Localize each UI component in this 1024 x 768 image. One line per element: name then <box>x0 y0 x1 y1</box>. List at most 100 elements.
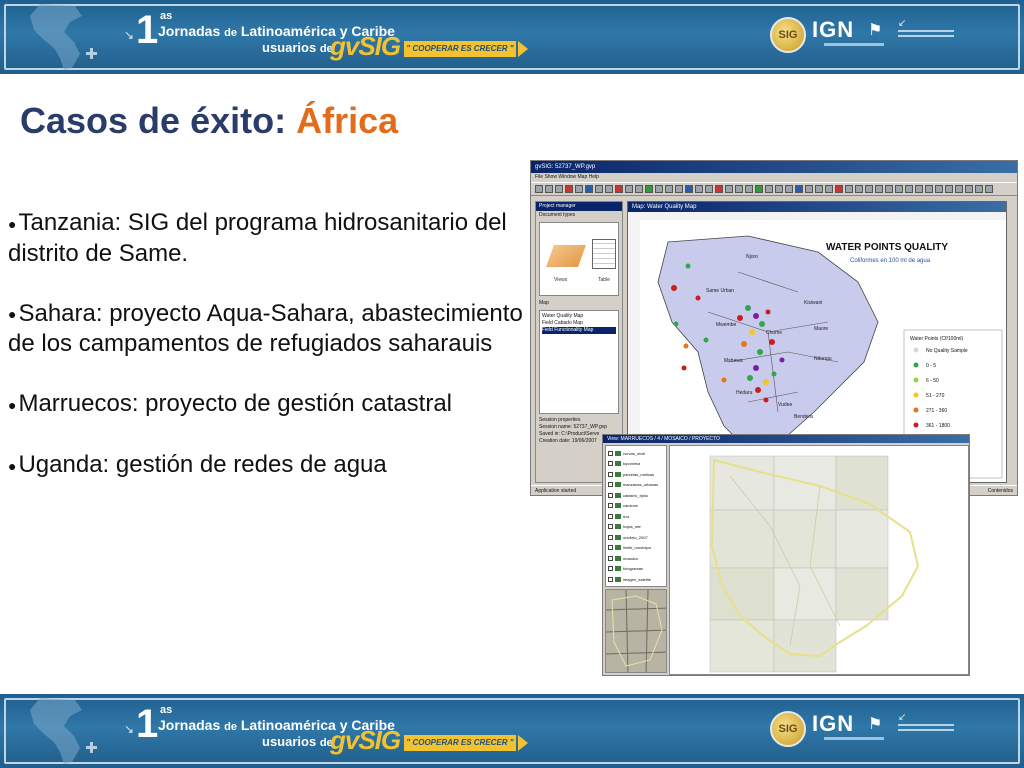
layer-checkbox[interactable] <box>608 576 613 582</box>
layer-row[interactable]: hojas_mtn <box>608 522 664 533</box>
layer-label: imagen_satelite <box>623 576 652 582</box>
layer-swatch-icon <box>615 471 621 477</box>
layer-row[interactable]: parcelas_rusticas <box>608 469 664 480</box>
layer-checkbox[interactable] <box>608 471 613 477</box>
layer-checkbox[interactable] <box>608 555 613 561</box>
tool-icon <box>615 185 623 193</box>
window-titlebar: View: MARRUECOS / 4 / MOSAICO / PROYECTO <box>603 435 969 443</box>
layer-checkbox[interactable] <box>608 545 613 551</box>
legend-swatch <box>913 407 919 413</box>
right-arrow-icon: ↙ <box>898 712 907 723</box>
tool-icon <box>915 185 923 193</box>
map-list-item[interactable]: Water Quality Map <box>542 313 616 320</box>
layer-checkbox[interactable] <box>608 482 613 488</box>
layer-row[interactable]: manzanas_urbanas <box>608 480 664 491</box>
gvsig-layers-screenshot: View: MARRUECOS / 4 / MOSAICO / PROYECTO… <box>602 434 970 676</box>
layer-row[interactable]: imagen_satelite <box>608 574 664 585</box>
water-point <box>685 263 691 269</box>
tool-icon <box>795 185 803 193</box>
svg-text:Maore: Maore <box>814 326 828 332</box>
ign-mark-icon: ⚑ <box>868 716 883 733</box>
layer-row[interactable]: catastro_ejido <box>608 490 664 501</box>
layer-label: manzanas_urbanas <box>623 482 659 488</box>
tool-icon <box>905 185 913 193</box>
layer-checkbox[interactable] <box>608 513 613 519</box>
layer-checkbox[interactable] <box>608 450 613 456</box>
layer-row[interactable]: toponimia <box>608 459 664 470</box>
bullet-list: ●Tanzania: SIG del programa hidrosanitar… <box>8 208 524 511</box>
bullet-dot-icon: ● <box>8 396 17 413</box>
tool-icon <box>575 185 583 193</box>
layer-row[interactable]: limite_municipal <box>608 543 664 554</box>
layer-row[interactable]: curvas_nivel <box>608 448 664 459</box>
tool-icon <box>775 185 783 193</box>
legend-label: 0 - 5 <box>926 363 936 369</box>
right-arrow-icon: ↙ <box>898 18 907 29</box>
title-accent: África <box>296 100 399 141</box>
layer-label: parcelas_rusticas <box>623 471 655 477</box>
layer-row[interactable]: ortofoto_2007 <box>608 532 664 543</box>
map-subtitle: Coliformes en 100 ml de agua <box>850 258 931 264</box>
ign-mark-icon: ⚑ <box>868 22 883 39</box>
water-point <box>721 377 727 383</box>
layer-label: curvas_nivel <box>623 450 646 456</box>
layer-row[interactable]: caminos <box>608 501 664 512</box>
ign-logo: IGN <box>812 17 855 42</box>
bullet-item: ●Marruecos: proyecto de gestión catastra… <box>8 390 453 418</box>
water-point <box>737 315 743 321</box>
tool-icon <box>865 185 873 193</box>
menu-bar: File Show Window Map Help <box>535 174 599 180</box>
event-title-line2: usuarios de <box>262 734 333 749</box>
gvsig-logo: gvSIG <box>330 31 401 61</box>
layer-swatch-icon <box>615 461 621 467</box>
layer-checkbox[interactable] <box>608 492 613 498</box>
map-list-item[interactable]: Field Cabado Map <box>542 320 616 327</box>
water-point <box>681 365 687 371</box>
bullet-dot-icon: ● <box>8 457 17 474</box>
views-doc-icon <box>545 245 587 267</box>
status-right: Contenidos <box>987 488 1013 494</box>
tool-icon <box>625 185 633 193</box>
bullet-item: ●Tanzania: SIG del programa hidrosanitar… <box>8 209 507 267</box>
edition-number: 1 <box>136 702 158 746</box>
tool-icon <box>765 185 773 193</box>
layer-checkbox[interactable] <box>608 461 613 467</box>
layer-label: toponimia <box>623 461 641 467</box>
layer-swatch-icon <box>615 513 621 519</box>
layer-row[interactable]: rios <box>608 511 664 522</box>
layer-checkbox[interactable] <box>608 524 613 530</box>
tool-icon <box>545 185 553 193</box>
legend-label: 6 - 50 <box>926 378 939 384</box>
page-title: Casos de éxito: África <box>20 100 398 142</box>
svg-text:Mshewa: Mshewa <box>724 358 743 364</box>
water-point <box>763 397 769 403</box>
water-point <box>763 379 769 385</box>
tool-icon <box>895 185 903 193</box>
layer-checkbox[interactable] <box>608 503 613 509</box>
tool-icon <box>925 185 933 193</box>
water-point <box>673 321 679 327</box>
maps-label: Map <box>539 300 549 306</box>
layer-checkbox[interactable] <box>608 534 613 540</box>
layer-row[interactable]: mosaico <box>608 553 664 564</box>
toolbar <box>531 182 1017 196</box>
cadastral-mosaic <box>670 446 968 674</box>
legend-label: 361 - 1800 <box>926 423 950 429</box>
water-point <box>703 337 709 343</box>
layer-row[interactable]: fotogramas <box>608 564 664 575</box>
svg-text:Chome: Chome <box>766 330 782 336</box>
legend-swatch <box>913 422 919 428</box>
layer-checkbox[interactable] <box>608 566 613 572</box>
window-titlebar: gvSIG: 52737_WP.gvp <box>531 161 1017 173</box>
sig-logo: SIG <box>770 17 806 53</box>
map-list-item-selected[interactable]: Field Functionality Map <box>542 327 616 334</box>
maps-list: Water Quality Map Field Cabado Map Field… <box>539 310 619 414</box>
water-point <box>749 329 755 335</box>
table-doc-icon <box>592 239 616 269</box>
water-point <box>759 321 765 327</box>
map-view <box>669 445 969 675</box>
arrow-icon: ↘ <box>124 28 135 42</box>
tool-icon <box>555 185 563 193</box>
legend-label: 271 - 360 <box>926 408 947 414</box>
edition-number: 1 <box>136 8 158 52</box>
